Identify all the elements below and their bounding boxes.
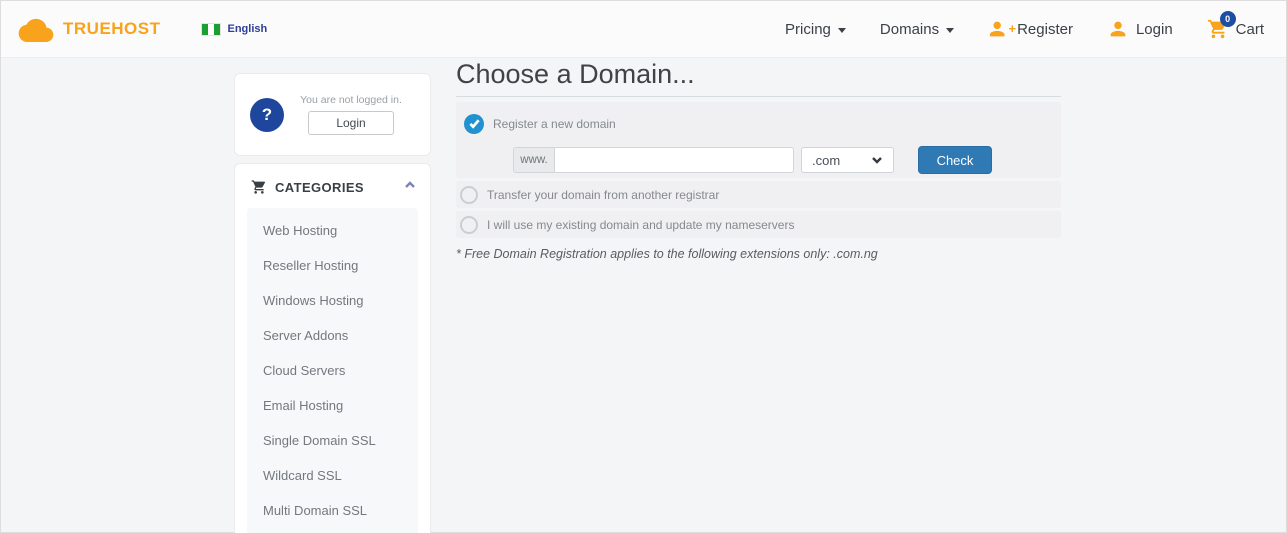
nav-pricing-label: Pricing — [785, 20, 831, 38]
check-icon — [468, 119, 480, 129]
category-item-label: Multi Domain SSL — [263, 503, 368, 518]
language-label: English — [227, 23, 268, 35]
radio-existing-label: I will use my existing domain and update… — [487, 217, 795, 232]
navbar-menu: Pricing Domains + Register Login 0 Cart — [785, 11, 1264, 40]
categories-list: Web Hosting Reseller Hosting Windows Hos… — [247, 208, 418, 533]
cloud-icon — [18, 18, 54, 42]
chevron-down-icon — [872, 157, 882, 164]
category-item-label: Server Addons — [263, 328, 349, 343]
categories-card: CATEGORIES Web Hosting Reseller Hosting … — [234, 163, 431, 533]
tld-select[interactable]: .com — [801, 147, 894, 173]
radio-transfer[interactable] — [460, 185, 478, 204]
brand-name: TRUEHOST — [63, 19, 161, 38]
radio-register-selected[interactable] — [464, 113, 484, 134]
radio-register-label: Register a new domain — [493, 116, 616, 131]
category-item[interactable]: Web Hosting — [247, 213, 418, 248]
top-navbar: TRUEHOST English Pricing Domains + Regis… — [1, 1, 1286, 58]
category-item-label: Web Hosting — [263, 223, 338, 238]
category-item-label: Email Hosting — [263, 398, 344, 413]
category-item[interactable]: Windows Hosting — [247, 283, 418, 318]
login-status-text: You are not logged in. — [300, 94, 402, 106]
category-item[interactable]: Server Addons — [247, 318, 418, 353]
nav-register-label: Register — [1017, 20, 1073, 38]
language-selector[interactable]: English — [200, 22, 268, 36]
nav-cart-link[interactable]: 0 Cart — [1207, 11, 1264, 40]
domain-search-form: www. .com Check — [513, 146, 1061, 174]
chevron-up-icon[interactable] — [404, 178, 416, 196]
tld-selected-value: .com — [812, 152, 841, 168]
category-item[interactable]: Wildcard SSL — [247, 458, 418, 493]
nav-domains-dropdown[interactable]: Domains — [879, 20, 955, 38]
category-item-label: Cloud Servers — [263, 363, 346, 378]
category-item-label: Wildcard SSL — [263, 468, 342, 483]
category-item-label: Reseller Hosting — [263, 258, 359, 273]
title-divider — [456, 96, 1061, 97]
question-mark-icon: ? — [250, 97, 284, 132]
category-item-label: Single Domain SSL — [263, 433, 376, 448]
brand-logo[interactable]: TRUEHOST — [17, 16, 161, 42]
domain-input[interactable] — [554, 147, 794, 173]
cart-icon: 0 — [1207, 11, 1236, 40]
category-item[interactable]: Multi Domain SSL — [247, 493, 418, 528]
option-register-row: Register a new domain www. .com Check — [456, 102, 1061, 178]
person-plus-icon: + — [988, 18, 1016, 40]
caret-down-icon — [837, 27, 846, 33]
check-button[interactable]: Check — [918, 146, 992, 174]
page-title: Choose a Domain... — [456, 59, 695, 89]
category-item[interactable]: Cloud Servers — [247, 353, 418, 388]
option-transfer-row: Transfer your domain from another regist… — [456, 181, 1061, 208]
nav-register-link[interactable]: + Register — [988, 18, 1073, 40]
radio-existing[interactable] — [460, 215, 478, 234]
category-item[interactable]: Email Hosting — [247, 388, 418, 423]
categories-cart-icon — [251, 180, 265, 194]
free-domain-footnote: * Free Domain Registration applies to th… — [456, 247, 878, 261]
sidebar-login-button[interactable]: Login — [308, 111, 394, 135]
nav-pricing-dropdown[interactable]: Pricing — [785, 21, 846, 38]
nav-cart-label: Cart — [1235, 20, 1264, 38]
categories-header[interactable]: CATEGORIES — [235, 164, 430, 208]
person-icon — [1107, 18, 1129, 40]
caret-down-icon — [946, 27, 955, 33]
www-prefix: www. — [513, 147, 554, 173]
login-status-card: ? You are not logged in. Login — [234, 73, 431, 156]
cart-count-badge: 0 — [1219, 11, 1236, 27]
nigeria-flag-icon — [200, 22, 221, 36]
category-item[interactable]: Online Shop — [247, 528, 418, 533]
category-item[interactable]: Single Domain SSL — [247, 423, 418, 458]
category-item-label: Windows Hosting — [263, 293, 364, 308]
category-item[interactable]: Reseller Hosting — [247, 248, 418, 283]
nav-domains-label: Domains — [879, 20, 940, 38]
nav-login-label: Login — [1135, 20, 1173, 38]
radio-transfer-label: Transfer your domain from another regist… — [487, 187, 720, 202]
nav-login-link[interactable]: Login — [1107, 18, 1173, 40]
categories-title: CATEGORIES — [275, 179, 364, 195]
option-existing-row: I will use my existing domain and update… — [456, 211, 1061, 238]
